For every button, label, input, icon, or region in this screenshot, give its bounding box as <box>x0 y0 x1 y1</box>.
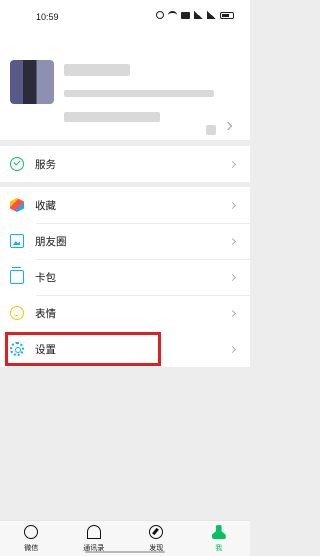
menu-group-main: 收藏 朋友圈 卡包 表情 <box>0 187 250 331</box>
chevron-right-icon <box>228 273 237 281</box>
moments-icon <box>10 234 24 248</box>
qr-code-icon[interactable] <box>206 125 216 135</box>
profile-name-blurred <box>64 64 130 76</box>
signal-icon <box>194 11 203 19</box>
tab-label: 我 <box>215 544 223 552</box>
chevron-right-icon <box>223 121 233 131</box>
signal-icon <box>207 11 216 19</box>
chevron-right-icon <box>228 309 237 317</box>
menu-item-service[interactable]: 服务 <box>0 146 250 182</box>
menu-item-label: 朋友圈 <box>35 235 67 248</box>
emoji-icon <box>10 306 24 320</box>
service-icon <box>10 157 24 171</box>
tab-chats[interactable]: 微信 <box>0 521 63 556</box>
profile-header[interactable] <box>0 30 250 140</box>
chat-icon <box>24 525 39 539</box>
home-indicator[interactable] <box>85 551 165 553</box>
cards-wallet-icon <box>10 267 24 284</box>
tab-label: 微信 <box>24 544 39 552</box>
menu-item-label: 服务 <box>35 158 56 171</box>
status-bar: 10:59 <box>0 0 250 30</box>
hd-icon <box>181 11 190 19</box>
tab-me[interactable]: 我 <box>188 521 251 556</box>
wifi-icon <box>168 11 177 19</box>
favorites-icon <box>10 198 24 212</box>
chevron-right-icon <box>228 345 237 353</box>
menu-item-stickers[interactable]: 表情 <box>0 295 250 331</box>
status-icons <box>156 11 234 19</box>
menu-item-label: 收藏 <box>35 199 56 212</box>
menu-item-label: 卡包 <box>35 271 56 284</box>
battery-icon <box>220 11 234 19</box>
chevron-right-icon <box>228 237 237 245</box>
chevron-right-icon <box>228 201 237 209</box>
menu-item-cards[interactable]: 卡包 <box>0 259 250 295</box>
contacts-icon <box>86 525 101 539</box>
alarm-icon <box>156 11 164 19</box>
menu-group-service: 服务 <box>0 146 250 182</box>
settings-highlight-box <box>5 332 161 366</box>
status-time: 10:59 <box>36 12 59 22</box>
wechat-id-blurred <box>64 90 214 97</box>
menu-item-favorites[interactable]: 收藏 <box>0 187 250 223</box>
chevron-right-icon <box>228 160 237 168</box>
menu-item-label: 表情 <box>35 307 56 320</box>
menu-item-moments[interactable]: 朋友圈 <box>0 223 250 259</box>
status-blurred <box>64 112 160 122</box>
avatar[interactable] <box>10 60 54 104</box>
me-person-icon <box>211 525 226 539</box>
discover-compass-icon <box>149 525 164 539</box>
